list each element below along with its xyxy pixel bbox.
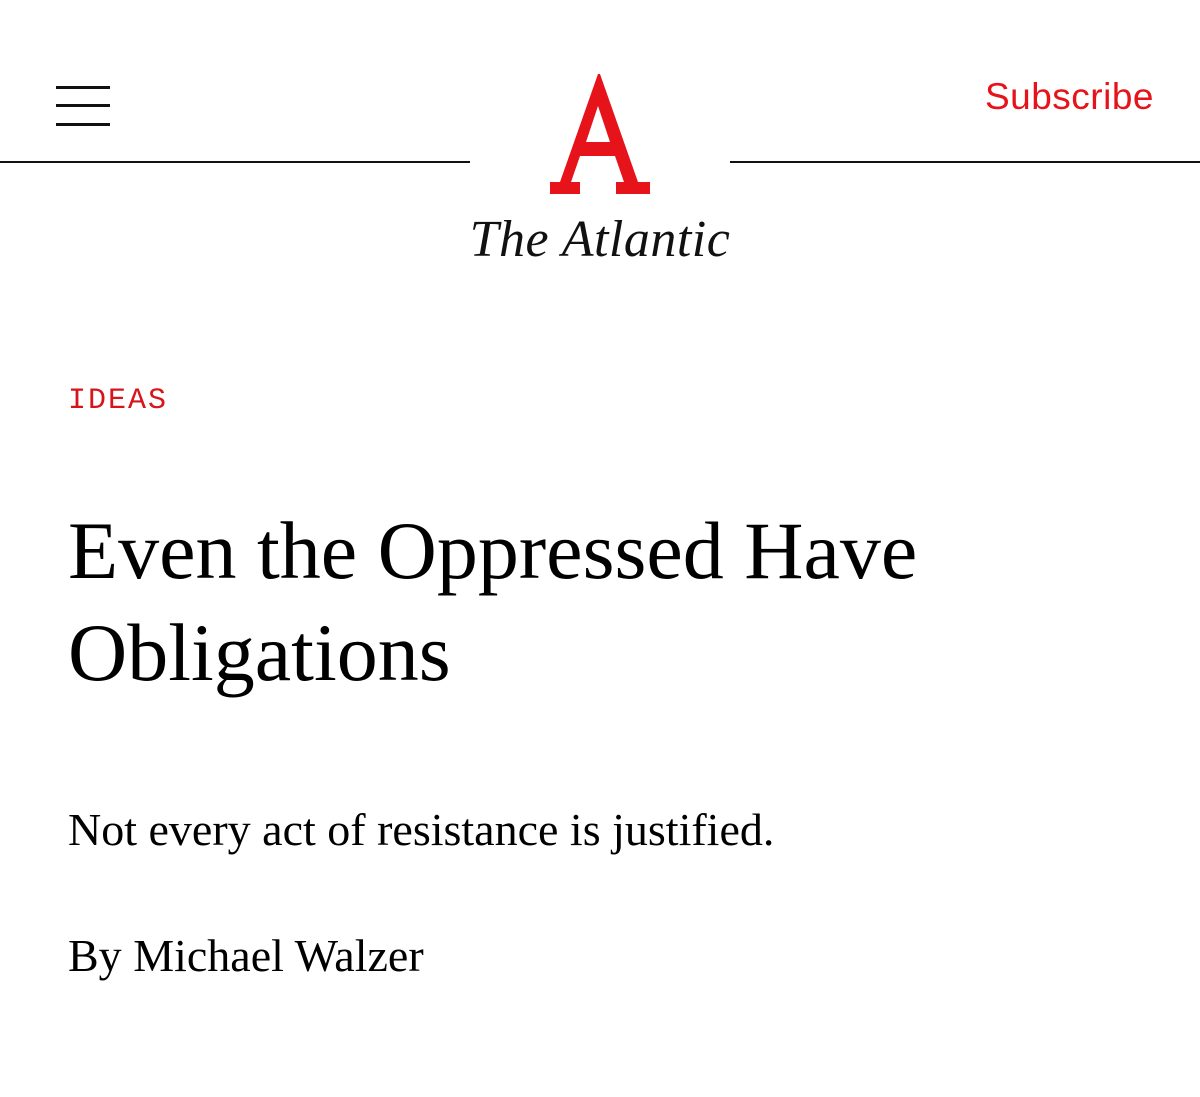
author-link[interactable]: Michael Walzer [133, 930, 423, 981]
site-header: The Atlantic Subscribe [0, 0, 1200, 300]
article-subtitle: Not every act of resistance is justified… [68, 804, 775, 855]
hamburger-menu-icon[interactable] [50, 78, 116, 134]
byline: By Michael Walzer [68, 926, 424, 986]
byline-prefix: By [68, 930, 122, 981]
article-title: Even the Oppressed Have Obligations [68, 505, 918, 698]
subscribe-button[interactable]: Subscribe [985, 74, 1154, 120]
header-divider-right [730, 161, 1200, 163]
menu-bar [56, 104, 110, 107]
menu-bar [56, 123, 110, 126]
section-label[interactable]: IDEAS [68, 382, 168, 420]
menu-bar [56, 86, 110, 89]
atlantic-a-logo-icon[interactable] [520, 70, 680, 205]
header-divider-left [0, 161, 470, 163]
brand-wordmark[interactable]: The Atlantic [0, 210, 1200, 270]
